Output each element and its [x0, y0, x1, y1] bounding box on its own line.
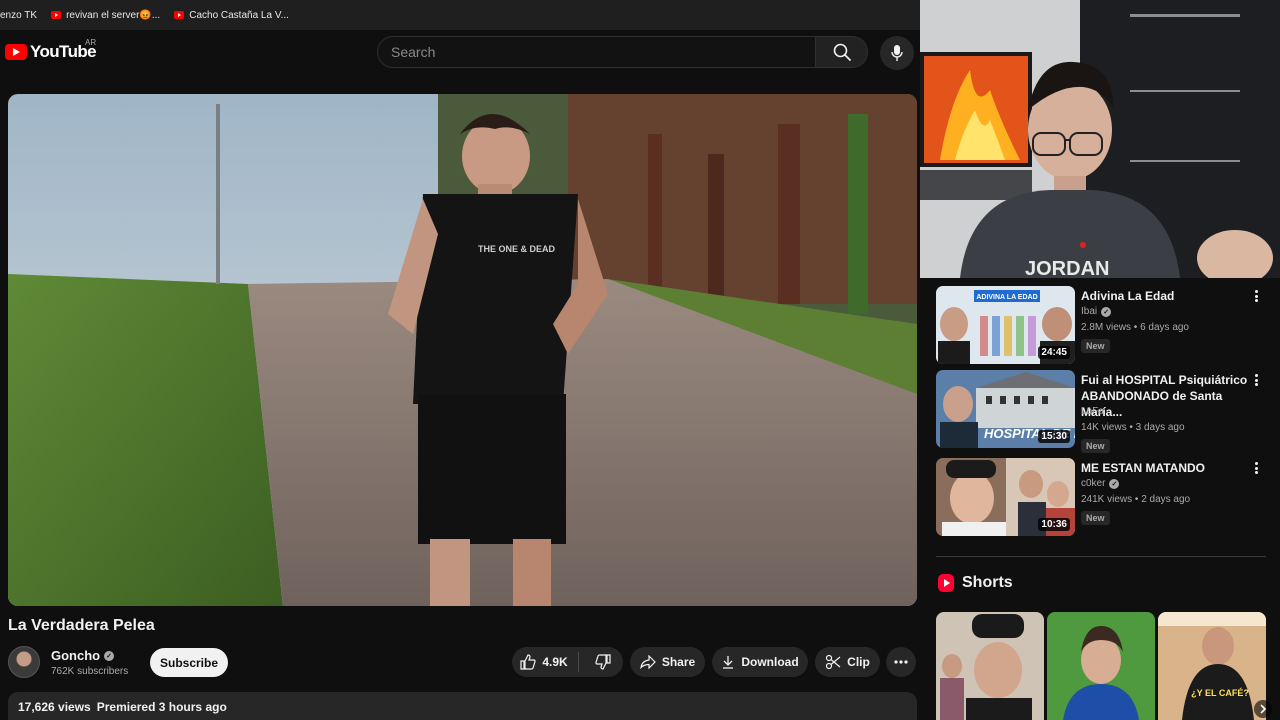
- youtube-logo[interactable]: YouTube: [5, 42, 97, 62]
- webcam-overlay: JORDAN: [920, 0, 1280, 278]
- clip-label: Clip: [847, 655, 870, 669]
- channel-name-text: Ibai: [1081, 306, 1098, 317]
- recommendation-channel[interactable]: c0ker ✓: [1081, 478, 1120, 489]
- dislike-button[interactable]: [585, 654, 623, 670]
- duration-badge: 24:45: [1038, 346, 1070, 359]
- like-count: 4.9K: [542, 655, 568, 669]
- recommendation-meta: 14K views • 3 days ago: [1081, 422, 1185, 433]
- webcam-shirt-text: JORDAN: [1025, 258, 1109, 278]
- recommendation-channel[interactable]: Ibai ✓: [1081, 306, 1112, 317]
- thumbs-down-icon: [595, 654, 611, 670]
- video-title: La Verdadera Pelea: [8, 617, 155, 634]
- more-actions-button[interactable]: [886, 647, 916, 677]
- verified-check-icon: ✓: [104, 650, 115, 661]
- microphone-icon: [891, 45, 903, 61]
- clip-button[interactable]: Clip: [815, 647, 880, 677]
- search-icon: [833, 43, 851, 61]
- shirt-print-text: THE ONE & DEAD: [478, 244, 556, 254]
- duration-badge: 15:30: [1038, 430, 1070, 443]
- short-thumbnail[interactable]: ¿Y EL CAFÉ?: [1158, 612, 1266, 720]
- download-icon: [723, 656, 734, 669]
- scissors-icon: [826, 654, 841, 670]
- new-badge: New: [1081, 511, 1110, 525]
- bookmark-item[interactable]: Cacho Castaña La V...: [174, 10, 289, 21]
- video-menu-button[interactable]: [1251, 372, 1261, 388]
- premiere-date: Premiered 3 hours ago: [96, 700, 227, 714]
- shorts-header: Shorts: [938, 574, 1013, 592]
- recommendation-item[interactable]: ADIVINA LA EDAD 24:45 Adivina La Edad Ib…: [936, 286, 1266, 364]
- channel-name-text: c0ker: [1081, 478, 1106, 489]
- app-root: enzo TK revivan el server😡... Cacho Cast…: [0, 0, 1280, 720]
- download-label: Download: [741, 655, 799, 669]
- youtube-favicon-icon: [174, 11, 185, 19]
- share-button[interactable]: Share: [630, 647, 705, 677]
- channel-avatar[interactable]: [8, 646, 40, 678]
- download-button[interactable]: Download: [712, 647, 808, 677]
- bookmark-item[interactable]: revivan el server😡...: [51, 10, 160, 21]
- shorts-icon: [938, 574, 954, 592]
- short-caption: ¿Y EL CAFÉ?: [1191, 688, 1249, 698]
- video-thumbnail[interactable]: HOSPITAL DE PUN 15:30: [936, 370, 1075, 448]
- channel-name[interactable]: Goncho ✓: [51, 648, 115, 663]
- duration-badge: 10:36: [1038, 518, 1070, 531]
- bookmark-label: revivan el server😡...: [66, 9, 161, 21]
- verified-check-icon: ✓: [1101, 306, 1112, 317]
- voice-search-button[interactable]: [880, 36, 914, 70]
- section-divider: [936, 556, 1266, 557]
- video-player[interactable]: THE ONE & DEAD: [8, 94, 917, 606]
- search-button[interactable]: [816, 36, 868, 68]
- description-box[interactable]: 17,626 views Premiered 3 hours ago: [8, 692, 917, 720]
- chevron-right-icon: [1260, 704, 1267, 714]
- recommendation-meta: 241K views • 2 days ago: [1081, 494, 1191, 505]
- new-badge: New: [1081, 439, 1110, 453]
- youtube-play-icon: [5, 44, 27, 60]
- like-button[interactable]: 4.9K: [512, 652, 579, 672]
- country-code: AR: [85, 38, 97, 47]
- video-thumbnail[interactable]: 10:36: [936, 458, 1075, 536]
- share-icon: [639, 655, 656, 669]
- verified-check-icon: ✓: [1109, 478, 1120, 489]
- video-frame: THE ONE & DEAD: [8, 94, 917, 606]
- channel-name-text: LoFa: [1081, 406, 1104, 417]
- subscribe-button[interactable]: Subscribe: [150, 648, 228, 677]
- search-placeholder: Search: [391, 44, 436, 60]
- view-count: 17,626 views: [18, 700, 91, 714]
- like-dislike-group: 4.9K: [512, 647, 623, 677]
- short-image: ¿Y EL CAFÉ?: [1158, 612, 1266, 720]
- subscriber-count: 762K subscribers: [51, 666, 129, 677]
- recommendation-item[interactable]: 10:36 ME ESTAN MATANDO c0ker ✓ 241K view…: [936, 458, 1266, 536]
- masthead: YouTube AR Search: [0, 30, 920, 76]
- bookmark-label: Cacho Castaña La V...: [189, 9, 289, 21]
- more-horizontal-icon: [894, 660, 908, 664]
- recommendation-channel[interactable]: LoFa: [1081, 406, 1104, 417]
- short-image: [1047, 612, 1155, 720]
- share-label: Share: [661, 655, 696, 669]
- webcam-feed: JORDAN: [920, 0, 1280, 278]
- bookmark-item[interactable]: enzo TK: [0, 10, 37, 21]
- recommendation-title[interactable]: Fui al HOSPITAL Psiquiátrico ABANDONADO …: [1081, 372, 1251, 420]
- recommendation-item[interactable]: HOSPITAL DE PUN 15:30 Fui al HOSPITAL Ps…: [936, 370, 1266, 453]
- recommendation-title[interactable]: ME ESTAN MATANDO: [1081, 460, 1251, 476]
- channel-name-text: Goncho: [51, 648, 101, 663]
- bookmark-label: enzo TK: [0, 9, 38, 21]
- shorts-title: Shorts: [962, 574, 1013, 591]
- youtube-favicon-icon: [51, 11, 62, 19]
- thumbnail-caption: ADIVINA LA EDAD: [976, 294, 1037, 301]
- search-input[interactable]: Search: [377, 36, 816, 68]
- shorts-next-button[interactable]: [1254, 700, 1272, 718]
- recommendation-title[interactable]: Adivina La Edad: [1081, 288, 1251, 304]
- recommendation-meta: 2.8M views • 6 days ago: [1081, 322, 1189, 333]
- video-menu-button[interactable]: [1251, 460, 1261, 476]
- short-thumbnail[interactable]: [1047, 612, 1155, 720]
- short-image: [936, 612, 1044, 720]
- new-badge: New: [1081, 339, 1110, 353]
- bookmarks-bar: enzo TK revivan el server😡... Cacho Cast…: [0, 0, 920, 30]
- thumbs-up-icon: [520, 654, 536, 670]
- video-thumbnail[interactable]: ADIVINA LA EDAD 24:45: [936, 286, 1075, 364]
- short-thumbnail[interactable]: [936, 612, 1044, 720]
- video-menu-button[interactable]: [1251, 288, 1261, 304]
